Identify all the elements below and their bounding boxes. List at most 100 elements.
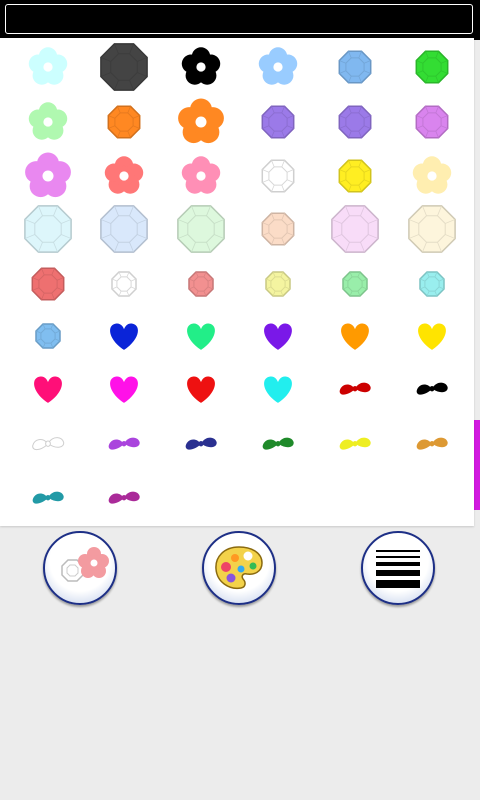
bow-sticker[interactable] <box>250 416 306 472</box>
octagon-sticker[interactable] <box>250 148 306 204</box>
heart-icon <box>110 323 138 350</box>
octagon-sticker[interactable] <box>327 39 383 95</box>
octagon-icon <box>31 267 65 301</box>
octagon-sticker[interactable] <box>327 256 383 312</box>
octagon-sticker[interactable] <box>20 201 76 257</box>
octagon-icon <box>261 105 295 139</box>
flower-icon <box>178 98 224 144</box>
octagon-sticker[interactable] <box>404 256 460 312</box>
flower-sticker[interactable] <box>20 94 76 150</box>
octagon-icon <box>261 212 295 246</box>
bow-icon <box>185 437 217 450</box>
octagon-sticker[interactable] <box>96 39 152 95</box>
heart-icon <box>264 376 292 403</box>
lines-icon <box>376 550 420 588</box>
flower-sticker[interactable] <box>250 39 306 95</box>
octagon-sticker[interactable] <box>327 148 383 204</box>
octagon-icon <box>338 105 372 139</box>
menu-button[interactable] <box>361 531 435 605</box>
bow-icon <box>339 437 371 450</box>
flower-icon <box>258 47 298 85</box>
octagon-sticker[interactable] <box>250 201 306 257</box>
bow-sticker[interactable] <box>404 361 460 417</box>
octagon-sticker[interactable] <box>96 256 152 312</box>
octagon-icon <box>107 105 141 139</box>
bow-icon <box>416 382 448 395</box>
octagon-icon <box>35 323 61 349</box>
bow-sticker[interactable] <box>173 416 229 472</box>
heart-sticker[interactable] <box>173 361 229 417</box>
flower-icon <box>104 156 144 194</box>
bow-icon <box>32 437 65 451</box>
flower-icon <box>181 47 221 85</box>
octagon-sticker[interactable] <box>173 256 229 312</box>
bow-sticker[interactable] <box>20 470 76 526</box>
bow-icon <box>32 491 64 504</box>
flower-sticker[interactable] <box>20 39 76 95</box>
color-palette-button[interactable] <box>202 531 276 605</box>
octagon-sticker[interactable] <box>327 201 383 257</box>
octagon-icon <box>100 205 148 253</box>
octagon-icon <box>100 43 148 91</box>
heart-icon <box>264 323 292 350</box>
octagon-sticker[interactable] <box>20 308 76 364</box>
octagon-sticker[interactable] <box>250 94 306 150</box>
bow-sticker[interactable] <box>96 416 152 472</box>
title-bar-frame <box>5 4 473 34</box>
flower-icon <box>28 102 68 140</box>
heart-sticker[interactable] <box>20 361 76 417</box>
octagon-icon <box>331 205 379 253</box>
octagon-sticker[interactable] <box>404 201 460 257</box>
status-bar <box>0 0 480 40</box>
octagon-icon <box>419 271 445 297</box>
octagon-sticker[interactable] <box>404 94 460 150</box>
octagon-icon <box>188 271 214 297</box>
bow-sticker[interactable] <box>96 470 152 526</box>
heart-icon <box>34 376 62 403</box>
heart-sticker[interactable] <box>250 308 306 364</box>
heart-icon <box>110 376 138 403</box>
heart-sticker[interactable] <box>404 308 460 364</box>
octagon-sticker[interactable] <box>327 94 383 150</box>
heart-sticker[interactable] <box>96 361 152 417</box>
bow-icon <box>416 437 448 450</box>
octagon-icon <box>261 159 295 193</box>
octagon-icon <box>342 271 368 297</box>
octagon-sticker[interactable] <box>20 256 76 312</box>
octagon-sticker[interactable] <box>404 39 460 95</box>
heart-icon <box>187 376 215 403</box>
heart-icon <box>418 323 446 350</box>
sticker-picker-panel <box>0 38 474 526</box>
octagon-icon <box>338 159 372 193</box>
bow-sticker[interactable] <box>327 361 383 417</box>
flower-sticker[interactable] <box>20 148 76 204</box>
flower-icon <box>181 156 221 194</box>
bow-icon <box>108 437 140 450</box>
bow-icon <box>262 437 294 450</box>
flower-sticker[interactable] <box>173 39 229 95</box>
octagon-sticker[interactable] <box>250 256 306 312</box>
flower-sticker[interactable] <box>96 148 152 204</box>
flower-icon <box>412 156 452 194</box>
heart-icon <box>341 323 369 350</box>
stamp-picker-button[interactable] <box>43 531 117 605</box>
octagon-icon <box>338 50 372 84</box>
flower-sticker[interactable] <box>173 94 229 150</box>
heart-sticker[interactable] <box>250 361 306 417</box>
flower-icon <box>28 47 68 85</box>
heart-sticker[interactable] <box>173 308 229 364</box>
flower-sticker[interactable] <box>404 148 460 204</box>
octagon-icon <box>111 271 137 297</box>
bow-sticker[interactable] <box>404 416 460 472</box>
octagon-sticker[interactable] <box>96 201 152 257</box>
octagon-sticker[interactable] <box>96 94 152 150</box>
octagon-icon <box>408 205 456 253</box>
bow-sticker[interactable] <box>20 416 76 472</box>
octagon-sticker[interactable] <box>173 201 229 257</box>
octagon-icon <box>177 205 225 253</box>
flower-sticker[interactable] <box>173 148 229 204</box>
heart-sticker[interactable] <box>96 308 152 364</box>
bow-sticker[interactable] <box>327 416 383 472</box>
octagon-icon <box>24 205 72 253</box>
heart-sticker[interactable] <box>327 308 383 364</box>
